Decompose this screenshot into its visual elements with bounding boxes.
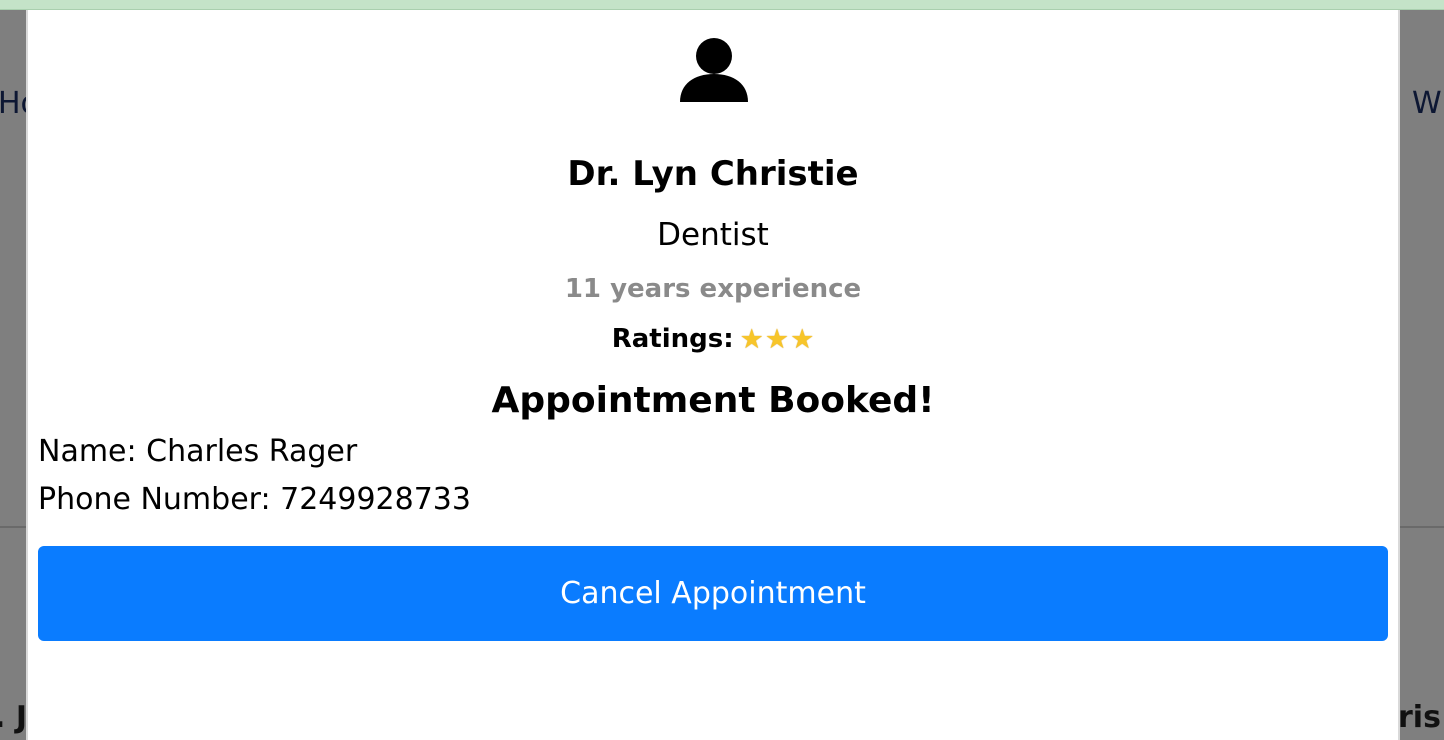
- patient-phone-value: 7249928733: [280, 482, 471, 517]
- appointment-modal: Dr. Lyn Christie Dentist 11 years experi…: [26, 10, 1400, 740]
- ratings-label: Ratings:: [611, 324, 734, 354]
- background-card-title-partial-left: . J: [0, 700, 28, 735]
- background-nav-partial-right: W: [1412, 86, 1442, 121]
- doctor-name: Dr. Lyn Christie: [567, 154, 859, 194]
- patient-phone-line: Phone Number: 7249928733: [38, 482, 471, 517]
- patient-phone-label: Phone Number:: [38, 482, 271, 517]
- patient-name-label: Name:: [38, 434, 137, 469]
- top-strip: [0, 0, 1444, 10]
- user-icon: [680, 38, 748, 102]
- background-divider-right: [1400, 526, 1444, 528]
- appointment-booked-title: Appointment Booked!: [491, 380, 935, 421]
- doctor-specialty: Dentist: [657, 217, 769, 253]
- patient-name-value: Charles Rager: [146, 434, 358, 469]
- cancel-appointment-button[interactable]: Cancel Appointment: [38, 546, 1388, 641]
- background-divider-left: [0, 526, 26, 528]
- star-icon: ★: [739, 323, 764, 355]
- doctor-experience: 11 years experience: [564, 274, 862, 304]
- patient-name-line: Name: Charles Rager: [38, 434, 357, 469]
- star-icon: ★: [764, 323, 790, 355]
- background-card-title-partial-right: ris: [1398, 700, 1441, 735]
- star-icon: ★: [790, 323, 815, 355]
- doctor-ratings: Ratings: ★ ★ ★: [28, 324, 1398, 354]
- rating-stars: ★ ★ ★: [740, 326, 815, 353]
